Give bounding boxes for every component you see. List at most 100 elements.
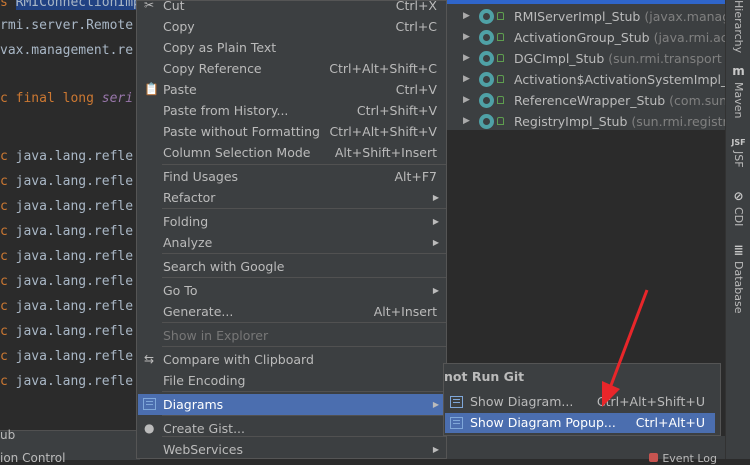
code-line: c java.lang.refle [0, 174, 134, 189]
scissors-icon: ✂ [144, 0, 155, 12]
menu-item-label: Create Gist... [163, 421, 246, 436]
menu-item-search-with-google[interactable]: Search with Google [138, 256, 447, 277]
lock-icon [497, 96, 504, 104]
menu-separator [162, 415, 446, 416]
menu-item-file-encoding[interactable]: File Encoding [138, 370, 447, 391]
menu-item-show-in-explorer: Show in Explorer [138, 325, 447, 346]
menu-item-column-selection-mode[interactable]: Column Selection Mode Alt+Shift+Insert [138, 142, 447, 163]
code-editor[interactable]: s RMIConnectionImp rmi.server.Remote vax.m… [0, 0, 141, 430]
tab-database[interactable]: ≣ Database [728, 243, 749, 314]
clipboard-icon: 📋 [144, 82, 159, 96]
menu-item-webservices[interactable]: WebServices ▶ [138, 439, 447, 460]
lock-icon [497, 54, 504, 62]
class-icon [479, 114, 494, 129]
code-line: c java.lang.refle [0, 324, 134, 339]
package-name: (sun.rmi.transport [608, 51, 722, 66]
menu-item-label: File Encoding [163, 373, 246, 388]
menu-item-analyze[interactable]: Analyze ▶ [138, 232, 447, 253]
expand-arrow-icon[interactable]: ▶ [463, 6, 470, 27]
menu-item-shortcut: Alt+Insert [373, 304, 437, 319]
submenu-header-text: not Run Git [444, 369, 525, 384]
editor-background [447, 130, 725, 365]
expand-arrow-icon[interactable]: ▶ [463, 90, 470, 111]
menu-item-generate[interactable]: Generate... Alt+Insert [138, 301, 447, 322]
diagram-icon [143, 398, 156, 410]
hierarchy-row[interactable]: ▶ RMIServerImpl_Stub (javax.managen [447, 6, 746, 27]
menu-item-paste-without-formatting[interactable]: Paste without Formatting Ctrl+Alt+Shift+V [138, 121, 447, 142]
menu-item-compare-with-clipboard[interactable]: ⇆ Compare with Clipboard [138, 349, 447, 370]
menu-item-copy[interactable]: Copy Ctrl+C [138, 16, 447, 37]
tool-window-label[interactable]: ub [0, 428, 15, 442]
hierarchy-row[interactable]: ▶ Activation$ActivationSystemImpl_Stul [447, 69, 750, 90]
submenu-arrow-icon: ▶ [432, 238, 439, 247]
menu-item-copy-as-plain-text[interactable]: Copy as Plain Text [138, 37, 447, 58]
tab-jsf[interactable]: JSF JSF [728, 138, 749, 168]
submenu-arrow-icon: ▶ [432, 193, 439, 202]
diagram-icon [450, 396, 463, 408]
menu-item-diagrams[interactable]: Diagrams ▶ [138, 394, 447, 415]
code-line: c java.lang.refle [0, 274, 134, 289]
hierarchy-row[interactable]: ▶ ReferenceWrapper_Stub (com.sun.jn [447, 90, 742, 111]
show-diagram-popup-item[interactable]: Show Diagram Popup... Ctrl+Alt+U [445, 413, 715, 433]
menu-item-shortcut: Ctrl+C [395, 19, 437, 34]
menu-item-label: Copy [163, 19, 195, 34]
code-line: c java.lang.refle [0, 224, 134, 239]
menu-item-shortcut: Ctrl+Shift+V [356, 103, 437, 118]
error-badge-icon [649, 453, 659, 462]
menu-item-shortcut: Alt+Shift+Insert [334, 145, 437, 160]
submenu-arrow-icon: ▶ [432, 217, 439, 226]
version-control-tab[interactable]: ion Control [0, 451, 65, 465]
menu-item-paste[interactable]: 📋 Paste Ctrl+V [138, 79, 447, 100]
menu-item-label: Go To [163, 283, 198, 298]
menu-item-folding[interactable]: Folding ▶ [138, 211, 447, 232]
code-line: rmi.server.Remote [0, 18, 134, 33]
menu-item-go-to[interactable]: Go To ▶ [138, 280, 447, 301]
menu-separator [162, 346, 446, 347]
expand-arrow-icon[interactable]: ▶ [463, 69, 470, 90]
expand-arrow-icon[interactable]: ▶ [463, 27, 470, 48]
code-line: c java.lang.refle [0, 374, 134, 389]
menu-separator [162, 208, 446, 209]
menu-item-label: Search with Google [163, 259, 285, 274]
menu-item-shortcut: Ctrl+X [395, 0, 437, 13]
menu-item-copy-reference[interactable]: Copy Reference Ctrl+Alt+Shift+C [138, 58, 447, 79]
menu-item-label: Paste from History... [163, 103, 289, 118]
menu-item-paste-from-history[interactable]: Paste from History... Ctrl+Shift+V [138, 100, 447, 121]
menu-item-shortcut: Ctrl+V [395, 82, 437, 97]
menu-item-label: WebServices [163, 442, 243, 457]
hierarchy-row[interactable]: ▶ DGCImpl_Stub (sun.rmi.transport [447, 48, 725, 69]
code-line: s RMIConnectionImp [0, 0, 141, 12]
menu-item-label: Find Usages [163, 169, 239, 184]
menu-item-cut[interactable]: ✂ Cut Ctrl+X [138, 0, 447, 16]
package-name: (sun.rmi.registry [631, 114, 736, 129]
menu-item-label: Copy as Plain Text [163, 40, 277, 55]
menu-item-label: Folding [163, 214, 209, 229]
menu-item-create-gist[interactable]: ● Create Gist... [138, 418, 447, 439]
show-diagram-item[interactable]: Show Diagram... Ctrl+Alt+Shift+U [445, 392, 715, 412]
jsf-icon: JSF [731, 138, 746, 147]
expand-arrow-icon[interactable]: ▶ [463, 48, 470, 69]
class-name: RegistryImpl_Stub [514, 114, 632, 129]
github-icon: ● [144, 421, 155, 435]
hierarchy-row[interactable]: ▶ ActivationGroup_Stub (java.rmi.activa [447, 27, 750, 48]
menu-item-label: Diagrams [163, 397, 224, 412]
class-icon [479, 93, 494, 108]
class-name: DGCImpl_Stub [514, 51, 609, 66]
class-name: Activation$ActivationSystemImpl_Stul [514, 72, 750, 87]
tab-maven[interactable]: m Maven [728, 64, 749, 118]
tab-hierarchy[interactable]: Hierarchy [728, 0, 749, 53]
menu-item-label: Compare with Clipboard [163, 352, 314, 367]
menu-item-shortcut: Ctrl+Alt+Shift+C [329, 61, 437, 76]
expand-arrow-icon[interactable]: ▶ [463, 111, 470, 132]
menu-item-find-usages[interactable]: Find Usages Alt+F7 [138, 166, 447, 187]
bottom-tool-bar: ub ion Control [0, 428, 140, 465]
menu-item-refactor[interactable]: Refactor ▶ [138, 187, 447, 208]
cdi-icon: ⊘ [733, 189, 744, 203]
hierarchy-panel: ▶ RMIServerImpl_Stub (javax.managen ▶ Activ… [447, 0, 750, 132]
menu-separator [162, 277, 446, 278]
class-name: RMIServerImpl_Stub [514, 9, 645, 24]
selected-row-highlight [447, 0, 725, 4]
menu-item-label: Paste without Formatting [163, 124, 320, 139]
tab-cdi[interactable]: ⊘ CDI [728, 189, 749, 226]
hierarchy-row[interactable]: ▶ RegistryImpl_Stub (sun.rmi.registry [447, 111, 735, 132]
